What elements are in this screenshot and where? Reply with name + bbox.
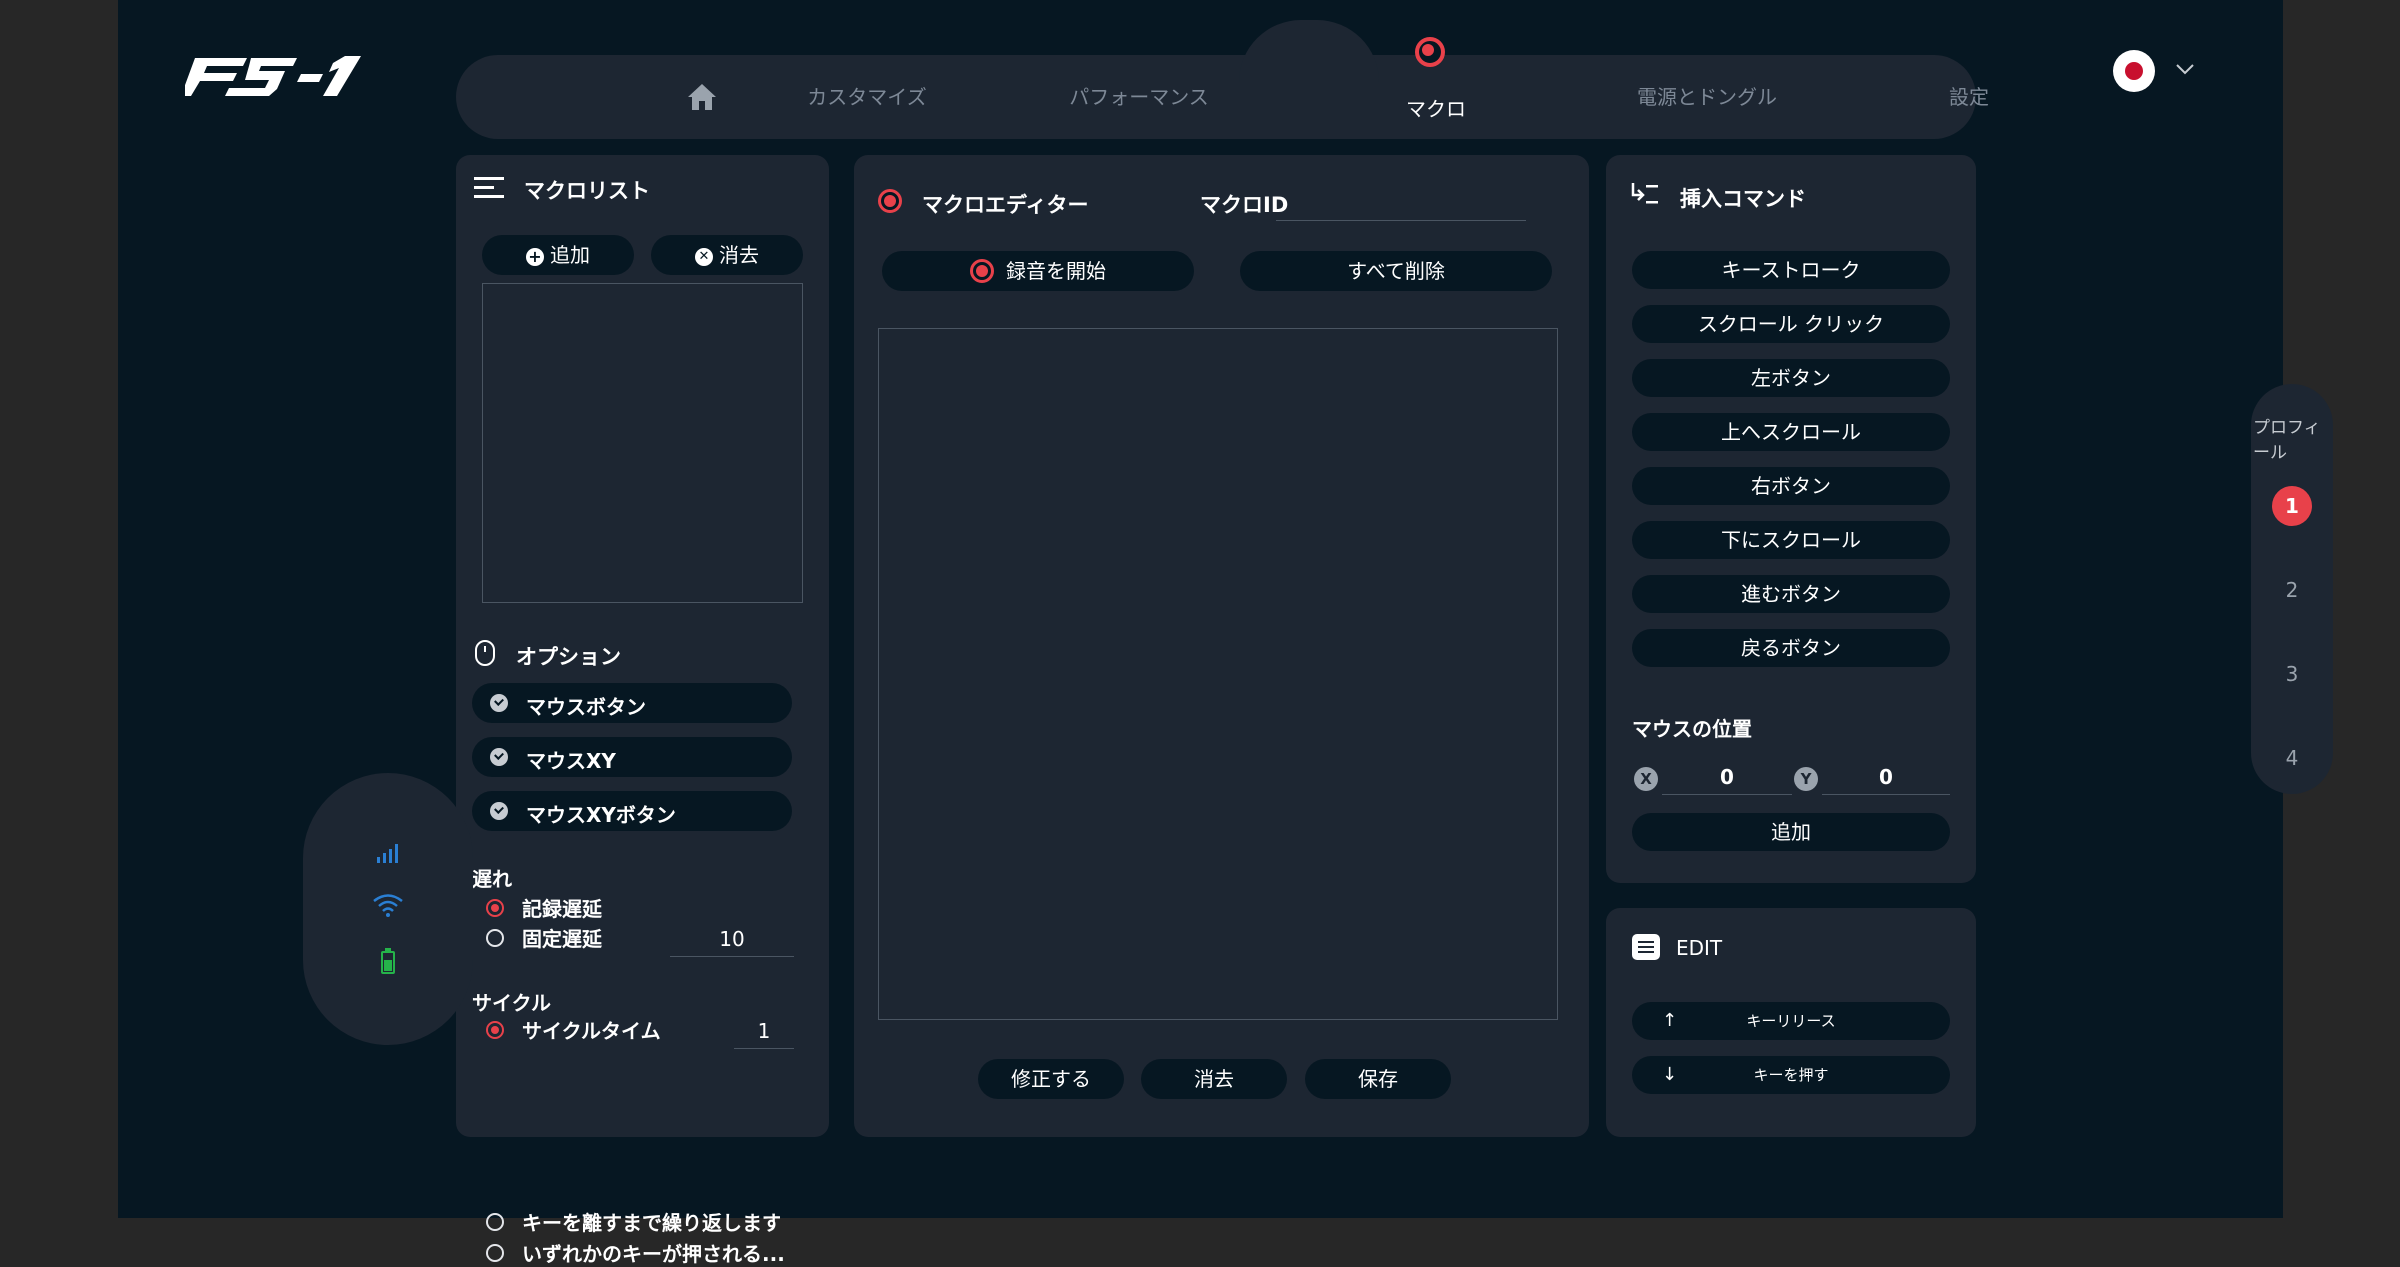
option-label: マウスボタン bbox=[526, 695, 646, 719]
tab-power-dongle[interactable]: 電源とドングル bbox=[1637, 55, 1777, 139]
record-delay-radio[interactable] bbox=[486, 899, 504, 917]
start-recording-label: 録音を開始 bbox=[1006, 259, 1106, 283]
insert-command-title: 挿入コマンド bbox=[1680, 187, 1806, 211]
cmd-right-button[interactable]: 右ボタン bbox=[1632, 467, 1950, 505]
cycle-time-input[interactable]: 1 bbox=[734, 1019, 794, 1049]
signal-strength-icon bbox=[377, 844, 398, 863]
macro-id-label: マクロID bbox=[1200, 193, 1289, 217]
profile-2-button[interactable]: 2 bbox=[2272, 570, 2312, 610]
arrow-up-icon: ↑ bbox=[1662, 1010, 1678, 1031]
cmd-scroll-click-button[interactable]: スクロール クリック bbox=[1632, 305, 1950, 343]
tab-customize[interactable]: カスタマイズ bbox=[807, 55, 926, 139]
edit-panel: EDIT ↑ キーリリース ↓ キーを押す bbox=[1606, 908, 1976, 1137]
record-icon bbox=[878, 189, 902, 213]
profile-title: プロフィール bbox=[2253, 418, 2321, 463]
edit-title: EDIT bbox=[1676, 936, 1723, 960]
fixed-delay-label: 固定遅延 bbox=[522, 927, 602, 951]
list-icon bbox=[474, 177, 504, 198]
options-title: オプション bbox=[516, 645, 621, 669]
macro-add-button[interactable]: + 追加 bbox=[482, 235, 634, 275]
mouse-position-add-button[interactable]: 追加 bbox=[1632, 813, 1950, 851]
tab-settings[interactable]: 設定 bbox=[1949, 55, 1989, 139]
option-label: マウスXYボタン bbox=[526, 803, 676, 827]
profile-1-button[interactable]: 1 bbox=[2272, 486, 2312, 526]
chevron-down-icon bbox=[2176, 64, 2194, 75]
repeat-until-release-label: キーを離すまで繰り返します bbox=[522, 1211, 780, 1235]
option-mouse-xy-button[interactable]: マウスXYボタン bbox=[472, 791, 792, 831]
macro-list-box[interactable] bbox=[482, 283, 803, 603]
record-delay-label: 記録遅延 bbox=[522, 897, 602, 921]
profile-4-button[interactable]: 4 bbox=[2272, 738, 2312, 778]
arrow-down-icon: ↓ bbox=[1662, 1064, 1678, 1085]
cmd-keystroke-button[interactable]: キーストローク bbox=[1632, 251, 1950, 289]
y-badge-icon: Y bbox=[1794, 767, 1818, 791]
tab-macro[interactable]: マクロ bbox=[1406, 67, 1466, 151]
macro-add-label: 追加 bbox=[550, 243, 590, 267]
edit-icon bbox=[1632, 934, 1660, 960]
macro-delete-label: 消去 bbox=[719, 243, 759, 267]
insert-command-icon bbox=[1631, 183, 1658, 204]
language-selector[interactable] bbox=[2113, 50, 2203, 92]
until-any-key-label: いずれかのキーが押される... bbox=[522, 1242, 784, 1266]
cmd-back-button[interactable]: 戻るボタン bbox=[1632, 629, 1950, 667]
cmd-scroll-up-button[interactable]: 上へスクロール bbox=[1632, 413, 1950, 451]
profile-3-button[interactable]: 3 bbox=[2272, 654, 2312, 694]
cmd-left-button[interactable]: 左ボタン bbox=[1632, 359, 1950, 397]
check-icon bbox=[490, 802, 508, 820]
macro-editor-title: マクロエディター bbox=[922, 193, 1089, 217]
macro-editor-area[interactable] bbox=[878, 328, 1558, 1020]
mouse-position-title: マウスの位置 bbox=[1632, 717, 1752, 741]
device-status-panel bbox=[303, 773, 473, 1045]
plus-circle-icon: + bbox=[526, 247, 544, 266]
start-recording-button[interactable]: 録音を開始 bbox=[882, 251, 1194, 291]
save-button[interactable]: 保存 bbox=[1305, 1059, 1451, 1099]
cycle-time-radio[interactable] bbox=[486, 1021, 504, 1039]
modify-button[interactable]: 修正する bbox=[978, 1059, 1124, 1099]
japan-flag-icon bbox=[2113, 50, 2155, 92]
x-circle-icon: ✕ bbox=[695, 247, 713, 266]
mouse-y-input[interactable]: 0 bbox=[1822, 765, 1950, 795]
macro-id-input[interactable] bbox=[1276, 191, 1526, 221]
check-icon bbox=[490, 748, 508, 766]
left-letterbox bbox=[0, 0, 118, 1218]
delete-all-button[interactable]: すべて削除 bbox=[1240, 251, 1552, 291]
option-mouse-xy[interactable]: マウスXY bbox=[472, 737, 792, 777]
until-any-key-radio[interactable] bbox=[486, 1244, 504, 1262]
erase-button[interactable]: 消去 bbox=[1141, 1059, 1287, 1099]
cycle-section-title: サイクル bbox=[472, 991, 551, 1015]
cmd-scroll-down-button[interactable]: 下にスクロール bbox=[1632, 521, 1950, 559]
cycle-time-label: サイクルタイム bbox=[522, 1019, 661, 1043]
wifi-icon bbox=[373, 894, 403, 917]
key-release-button[interactable]: ↑ キーリリース bbox=[1632, 1002, 1950, 1040]
fs1-logo bbox=[185, 56, 361, 96]
key-press-label: キーを押す bbox=[1753, 1066, 1829, 1084]
macro-editor-panel: マクロエディター マクロID 録音を開始 すべて削除 修正する 消去 保存 bbox=[854, 155, 1589, 1137]
repeat-until-release-radio[interactable] bbox=[486, 1213, 504, 1231]
cmd-forward-button[interactable]: 進むボタン bbox=[1632, 575, 1950, 613]
mouse-x-input[interactable]: 0 bbox=[1662, 765, 1792, 795]
home-icon[interactable] bbox=[686, 81, 718, 113]
insert-command-panel: 挿入コマンド キーストローク スクロール クリック 左ボタン 上へスクロール 右… bbox=[1606, 155, 1976, 883]
profile-selector: プロフィール 1 2 3 4 bbox=[2251, 384, 2333, 794]
key-press-button[interactable]: ↓ キーを押す bbox=[1632, 1056, 1950, 1094]
key-release-label: キーリリース bbox=[1746, 1012, 1836, 1030]
macro-record-indicator-icon bbox=[1415, 37, 1445, 67]
app-window: カスタマイズ パフォーマンス マクロ 電源とドングル 設定 マクロリスト + 追加… bbox=[118, 0, 2333, 1266]
macro-list-panel: マクロリスト + 追加 ✕ 消去 オプション マウスボタン マウスXY マウスXYボ… bbox=[456, 155, 829, 1266]
record-icon bbox=[970, 258, 994, 283]
delay-section-title: 遅れ bbox=[472, 867, 512, 891]
x-badge-icon: X bbox=[1634, 767, 1658, 791]
option-mouse-button[interactable]: マウスボタン bbox=[472, 683, 792, 723]
check-icon bbox=[490, 694, 508, 712]
macro-list-title: マクロリスト bbox=[524, 179, 650, 203]
top-nav: カスタマイズ パフォーマンス マクロ 電源とドングル 設定 bbox=[456, 20, 1989, 139]
fixed-delay-input[interactable]: 10 bbox=[670, 927, 794, 957]
option-label: マウスXY bbox=[526, 749, 616, 773]
nav-active-notch bbox=[1239, 20, 1379, 82]
macro-delete-button[interactable]: ✕ 消去 bbox=[651, 235, 803, 275]
battery-icon bbox=[381, 948, 395, 974]
mouse-icon bbox=[475, 640, 495, 666]
tab-performance[interactable]: パフォーマンス bbox=[1069, 55, 1209, 139]
fixed-delay-radio[interactable] bbox=[486, 929, 504, 947]
